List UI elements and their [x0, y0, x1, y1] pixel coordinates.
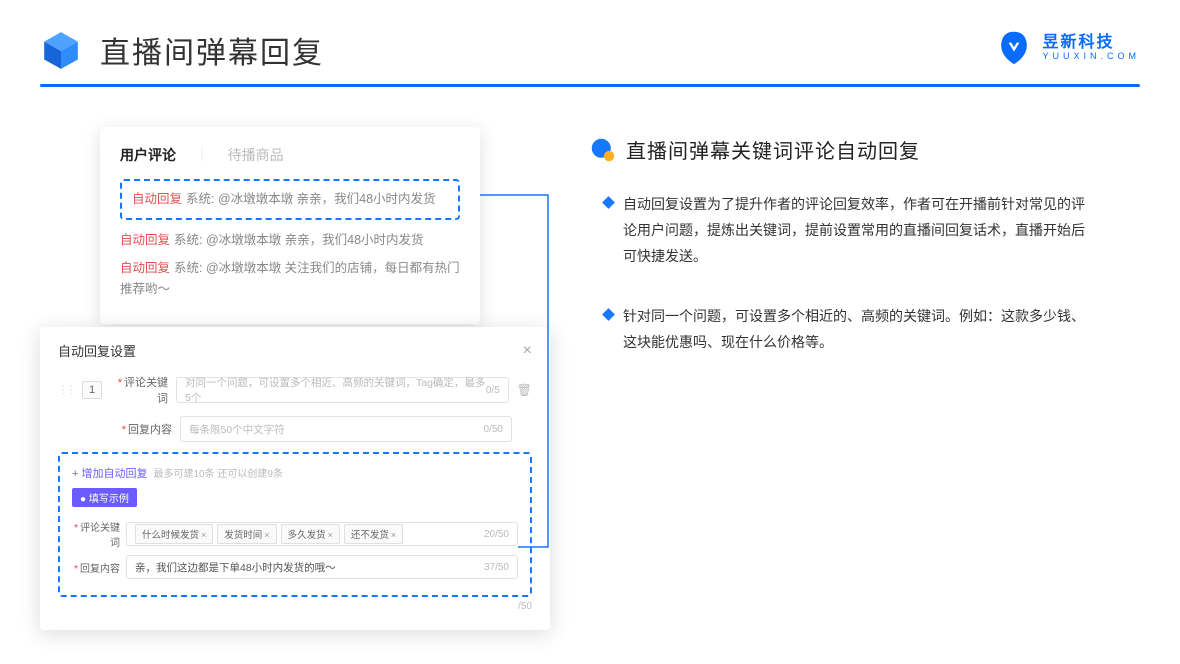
auto-reply-settings-panel: 自动回复设置 × ⋮⋮ 1 *评论关键词 对同一个问题，可设置多个相近、高频的关… [40, 327, 550, 630]
bullet-item: 自动回复设置为了提升作者的评论回复效率，作者可在开播前针对常见的评论用户问题，提… [590, 192, 1140, 270]
tab-user-comments[interactable]: 用户评论 [120, 145, 176, 165]
example-badge: ● 填写示例 [72, 488, 137, 507]
bottom-counter: /50 [58, 601, 532, 612]
bullet-text: 自动回复设置为了提升作者的评论回复效率，作者可在开播前针对常见的评论用户问题，提… [623, 192, 1093, 270]
tab-pending-goods[interactable]: 待播商品 [228, 145, 284, 165]
keyword-tag: 发货时间× [217, 524, 276, 544]
comment-text: 系统: @冰墩墩本墩 亲亲，我们48小时内发货 [186, 192, 436, 206]
drag-handle-icon[interactable]: ⋮⋮ [58, 385, 74, 396]
ex-reply-label: 回复内容 [80, 564, 120, 575]
tab-divider: | [200, 145, 204, 165]
example-box: + 增加自动回复最多可建10条 还可以创建9条 ● 填写示例 *评论关键词 什么… [58, 452, 532, 597]
keyword-tag: 多久发货× [281, 524, 340, 544]
reply-label: 回复内容 [128, 424, 172, 436]
chat-bubble-icon [590, 137, 616, 163]
brand-name-en: YUUXIN.COM [1042, 52, 1140, 62]
auto-reply-tag: 自动回复 [132, 192, 182, 206]
rule-number: 1 [82, 381, 102, 399]
keyword-label: 评论关键词 [124, 377, 168, 405]
auto-reply-tag: 自动回复 [120, 233, 170, 247]
bullet-item: 针对同一个问题，可设置多个相近的、高频的关键词。例如：这款多少钱、这块能优惠吗、… [590, 304, 1140, 356]
delete-icon[interactable]: 🗑 [517, 383, 532, 397]
keyword-tag: 还不发货× [344, 524, 403, 544]
close-icon[interactable]: × [523, 342, 532, 360]
bullet-text: 针对同一个问题，可设置多个相近的、高频的关键词。例如：这款多少钱、这块能优惠吗、… [623, 304, 1093, 356]
diamond-icon [602, 196, 615, 209]
cube-icon [40, 29, 82, 71]
ex-reply-input[interactable]: 亲，我们这边都是下单48小时内发货的哦～37/50 [126, 555, 518, 579]
page-title: 直播间弹幕回复 [100, 28, 324, 72]
keyword-input[interactable]: 对同一个问题，可设置多个相近、高频的关键词，Tag确定，最多5个0/5 [176, 377, 509, 403]
comment-text: 系统: @冰墩墩本墩 亲亲，我们48小时内发货 [174, 233, 424, 247]
diamond-icon [602, 308, 615, 321]
comment-text: 系统: @冰墩墩本墩 关注我们的店铺，每日都有热门推荐哟～ [120, 261, 460, 296]
auto-reply-tag: 自动回复 [120, 261, 170, 275]
add-auto-reply-link[interactable]: + 增加自动回复 [72, 468, 147, 480]
settings-title: 自动回复设置 [58, 341, 136, 360]
section-title: 直播间弹幕关键词评论自动回复 [626, 135, 920, 164]
ex-keyword-label: 评论关键词 [80, 523, 120, 549]
add-hint: 最多可建10条 还可以创建9条 [153, 469, 282, 480]
reply-input[interactable]: 每条限50个中文字符0/50 [180, 416, 512, 442]
brand-logo: 昱新科技 YUUXIN.COM [996, 30, 1140, 66]
keyword-tag: 什么时候发货× [135, 524, 213, 544]
ex-keyword-input[interactable]: 什么时候发货× 发货时间× 多久发货× 还不发货× 20/50 [126, 522, 518, 546]
highlighted-comment: 自动回复系统: @冰墩墩本墩 亲亲，我们48小时内发货 [120, 179, 460, 220]
brand-name-cn: 昱新科技 [1042, 34, 1140, 52]
comments-panel: 用户评论 | 待播商品 自动回复系统: @冰墩墩本墩 亲亲，我们48小时内发货 … [100, 127, 480, 324]
